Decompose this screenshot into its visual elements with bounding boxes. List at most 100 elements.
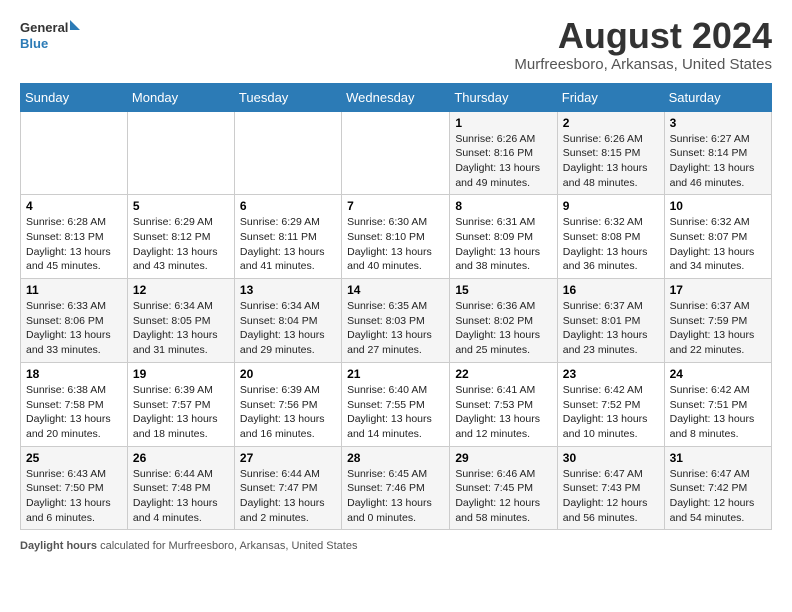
calendar-cell: 28 Sunrise: 6:45 AM Sunset: 7:46 PM Dayli…: [342, 446, 450, 530]
day-info: Sunrise: 6:27 AM Sunset: 8:14 PM Dayligh…: [670, 132, 766, 191]
day-number: 23: [563, 367, 659, 381]
day-number: 26: [133, 451, 229, 465]
day-number: 9: [563, 199, 659, 213]
day-number: 3: [670, 116, 766, 130]
day-info: Sunrise: 6:39 AM Sunset: 7:57 PM Dayligh…: [133, 383, 229, 442]
calendar-cell: 17Sunrise: 6:37 AM Sunset: 7:59 PM Dayli…: [664, 279, 771, 363]
day-number: 25: [26, 451, 122, 465]
footer-label: Daylight hours: [20, 540, 97, 552]
page-header: General Blue August 2024 Murfreesboro, A…: [20, 16, 772, 73]
day-number: 10: [670, 199, 766, 213]
calendar-cell: 13Sunrise: 6:34 AM Sunset: 8:04 PM Dayli…: [234, 279, 341, 363]
day-number: 22: [455, 367, 551, 381]
day-info: Sunrise: 6:34 AM Sunset: 8:04 PM Dayligh…: [240, 299, 336, 358]
day-info: Sunrise: 6:29 AM Sunset: 8:12 PM Dayligh…: [133, 215, 229, 274]
calendar-cell: [342, 111, 450, 195]
calendar-cell: 15Sunrise: 6:36 AM Sunset: 8:02 PM Dayli…: [450, 279, 557, 363]
day-number: 31: [670, 451, 766, 465]
day-info: Sunrise: 6:44 AM Sunset: 7:47 PM Dayligh…: [240, 467, 336, 526]
calendar-cell: 12Sunrise: 6:34 AM Sunset: 8:05 PM Dayli…: [127, 279, 234, 363]
day-number: 15: [455, 283, 551, 297]
day-number: 14: [347, 283, 444, 297]
calendar-day-header: Monday: [127, 83, 234, 111]
day-number: 1: [455, 116, 551, 130]
day-info: Sunrise: 6:32 AM Sunset: 8:08 PM Dayligh…: [563, 215, 659, 274]
day-number: 27: [240, 451, 336, 465]
calendar-cell: 26 Sunrise: 6:44 AM Sunset: 7:48 PM Dayli…: [127, 446, 234, 530]
footer-text: calculated for Murfreesboro, Arkansas, U…: [97, 540, 357, 552]
day-info: Sunrise: 6:37 AM Sunset: 8:01 PM Dayligh…: [563, 299, 659, 358]
calendar-day-header: Wednesday: [342, 83, 450, 111]
day-number: 11: [26, 283, 122, 297]
calendar-cell: 27 Sunrise: 6:44 AM Sunset: 7:47 PM Dayli…: [234, 446, 341, 530]
day-number: 18: [26, 367, 122, 381]
calendar-cell: 23 Sunrise: 6:42 AM Sunset: 7:52 PM Dayli…: [557, 362, 664, 446]
day-number: 8: [455, 199, 551, 213]
day-info: Sunrise: 6:45 AM Sunset: 7:46 PM Dayligh…: [347, 467, 444, 526]
calendar-cell: 25Sunrise: 6:43 AM Sunset: 7:50 PM Dayli…: [21, 446, 128, 530]
calendar-cell: [21, 111, 128, 195]
calendar-cell: 9 Sunrise: 6:32 AM Sunset: 8:08 PM Daylig…: [557, 195, 664, 279]
location-subtitle: Murfreesboro, Arkansas, United States: [514, 56, 772, 73]
calendar-cell: 19 Sunrise: 6:39 AM Sunset: 7:57 PM Dayli…: [127, 362, 234, 446]
calendar-cell: 20 Sunrise: 6:39 AM Sunset: 7:56 PM Dayli…: [234, 362, 341, 446]
calendar-day-header: Saturday: [664, 83, 771, 111]
calendar-day-header: Thursday: [450, 83, 557, 111]
day-info: Sunrise: 6:33 AM Sunset: 8:06 PM Dayligh…: [26, 299, 122, 358]
calendar-week-row: 1 Sunrise: 6:26 AM Sunset: 8:16 PM Daylig…: [21, 111, 772, 195]
day-info: Sunrise: 6:26 AM Sunset: 8:15 PM Dayligh…: [563, 132, 659, 191]
calendar-cell: 14 Sunrise: 6:35 AM Sunset: 8:03 PM Dayli…: [342, 279, 450, 363]
svg-text:Blue: Blue: [20, 36, 48, 51]
calendar-cell: 21Sunrise: 6:40 AM Sunset: 7:55 PM Dayli…: [342, 362, 450, 446]
calendar-cell: 2Sunrise: 6:26 AM Sunset: 8:15 PM Daylig…: [557, 111, 664, 195]
day-number: 19: [133, 367, 229, 381]
day-info: Sunrise: 6:41 AM Sunset: 7:53 PM Dayligh…: [455, 383, 551, 442]
day-info: Sunrise: 6:28 AM Sunset: 8:13 PM Dayligh…: [26, 215, 122, 274]
calendar-cell: 29 Sunrise: 6:46 AM Sunset: 7:45 PM Dayli…: [450, 446, 557, 530]
day-number: 21: [347, 367, 444, 381]
day-info: Sunrise: 6:26 AM Sunset: 8:16 PM Dayligh…: [455, 132, 551, 191]
day-info: Sunrise: 6:35 AM Sunset: 8:03 PM Dayligh…: [347, 299, 444, 358]
calendar-table: SundayMondayTuesdayWednesdayThursdayFrid…: [20, 83, 772, 531]
calendar-cell: [234, 111, 341, 195]
day-number: 30: [563, 451, 659, 465]
month-year-title: August 2024: [514, 16, 772, 56]
title-block: August 2024 Murfreesboro, Arkansas, Unit…: [514, 16, 772, 73]
day-number: 29: [455, 451, 551, 465]
calendar-cell: 1 Sunrise: 6:26 AM Sunset: 8:16 PM Daylig…: [450, 111, 557, 195]
day-info: Sunrise: 6:44 AM Sunset: 7:48 PM Dayligh…: [133, 467, 229, 526]
day-info: Sunrise: 6:31 AM Sunset: 8:09 PM Dayligh…: [455, 215, 551, 274]
footer: Daylight hours calculated for Murfreesbo…: [20, 540, 772, 552]
day-number: 7: [347, 199, 444, 213]
day-info: Sunrise: 6:47 AM Sunset: 7:42 PM Dayligh…: [670, 467, 766, 526]
day-number: 28: [347, 451, 444, 465]
day-info: Sunrise: 6:39 AM Sunset: 7:56 PM Dayligh…: [240, 383, 336, 442]
calendar-week-row: 4 Sunrise: 6:28 AM Sunset: 8:13 PM Daylig…: [21, 195, 772, 279]
day-number: 24: [670, 367, 766, 381]
calendar-day-header: Sunday: [21, 83, 128, 111]
calendar-cell: 31 Sunrise: 6:47 AM Sunset: 7:42 PM Dayli…: [664, 446, 771, 530]
day-info: Sunrise: 6:37 AM Sunset: 7:59 PM Dayligh…: [670, 299, 766, 358]
calendar-week-row: 11 Sunrise: 6:33 AM Sunset: 8:06 PM Dayli…: [21, 279, 772, 363]
calendar-day-header: Tuesday: [234, 83, 341, 111]
day-info: Sunrise: 6:46 AM Sunset: 7:45 PM Dayligh…: [455, 467, 551, 526]
day-info: Sunrise: 6:42 AM Sunset: 7:52 PM Dayligh…: [563, 383, 659, 442]
calendar-cell: [127, 111, 234, 195]
day-number: 20: [240, 367, 336, 381]
calendar-cell: 24 Sunrise: 6:42 AM Sunset: 7:51 PM Dayli…: [664, 362, 771, 446]
day-info: Sunrise: 6:42 AM Sunset: 7:51 PM Dayligh…: [670, 383, 766, 442]
calendar-cell: 7 Sunrise: 6:30 AM Sunset: 8:10 PM Daylig…: [342, 195, 450, 279]
calendar-cell: 18 Sunrise: 6:38 AM Sunset: 7:58 PM Dayli…: [21, 362, 128, 446]
calendar-day-header: Friday: [557, 83, 664, 111]
calendar-cell: 5Sunrise: 6:29 AM Sunset: 8:12 PM Daylig…: [127, 195, 234, 279]
day-info: Sunrise: 6:32 AM Sunset: 8:07 PM Dayligh…: [670, 215, 766, 274]
day-number: 16: [563, 283, 659, 297]
calendar-cell: 22 Sunrise: 6:41 AM Sunset: 7:53 PM Dayli…: [450, 362, 557, 446]
calendar-cell: 3 Sunrise: 6:27 AM Sunset: 8:14 PM Daylig…: [664, 111, 771, 195]
svg-text:General: General: [20, 20, 68, 35]
day-number: 4: [26, 199, 122, 213]
calendar-cell: 16 Sunrise: 6:37 AM Sunset: 8:01 PM Dayli…: [557, 279, 664, 363]
day-info: Sunrise: 6:30 AM Sunset: 8:10 PM Dayligh…: [347, 215, 444, 274]
calendar-cell: 6Sunrise: 6:29 AM Sunset: 8:11 PM Daylig…: [234, 195, 341, 279]
day-info: Sunrise: 6:38 AM Sunset: 7:58 PM Dayligh…: [26, 383, 122, 442]
